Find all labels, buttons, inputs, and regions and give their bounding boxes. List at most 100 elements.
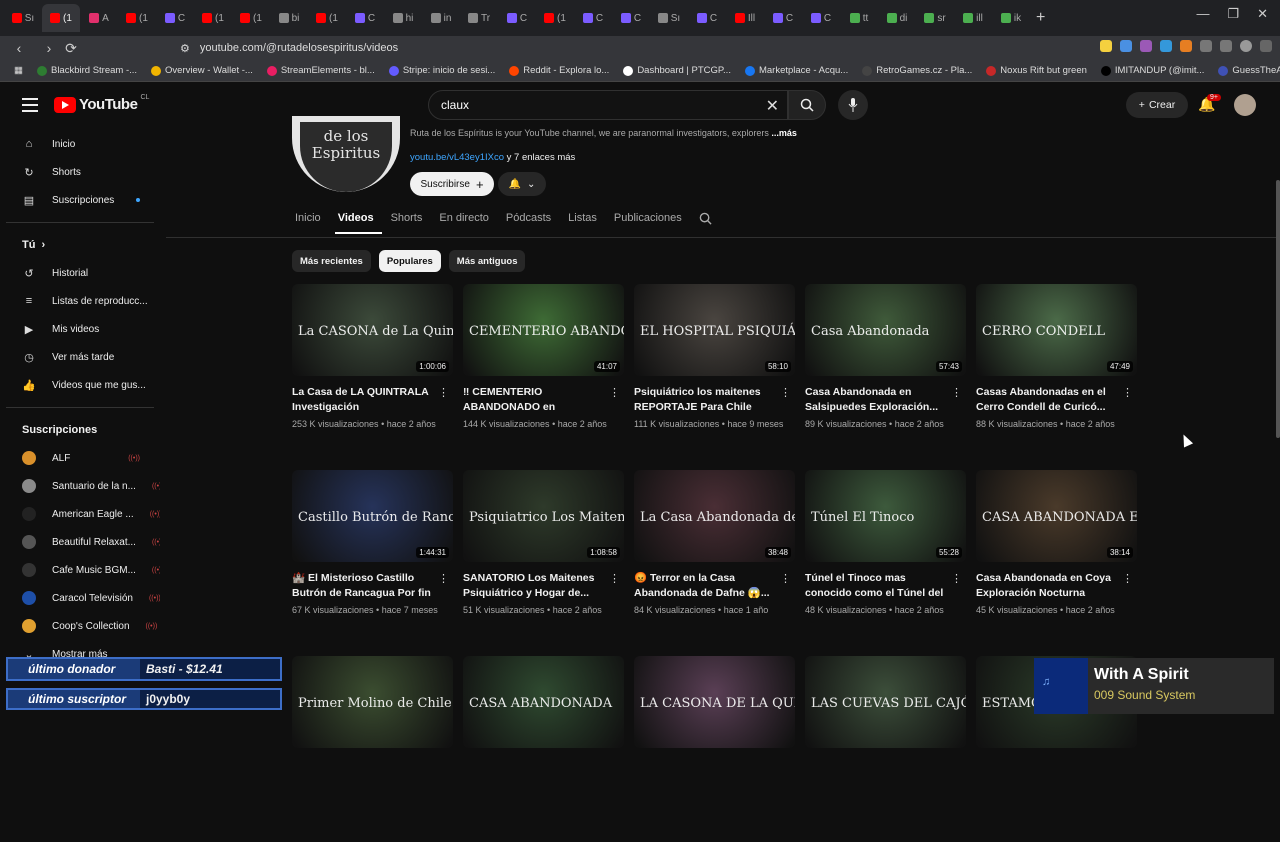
account-avatar[interactable] (1234, 94, 1256, 116)
video-thumbnail[interactable]: Primer Molino de Chile (292, 656, 453, 748)
video-card[interactable]: La CASONA de La Quintrala 1:00:06 La Casa … (292, 284, 453, 470)
extension-icon[interactable] (1180, 40, 1192, 52)
sort-chip[interactable]: Populares (378, 250, 441, 272)
bookmark-item[interactable]: GuessTheAge - Play... (1218, 65, 1280, 76)
video-title[interactable]: 🏰 El Misterioso Castillo Butrón de Ranca… (292, 571, 432, 601)
video-card[interactable]: Casa Abandonada 57:43 Casa Abandonada en S… (805, 284, 966, 470)
channel-links[interactable]: youtu.be/vL43ey1IXco y 7 enlaces más (410, 152, 575, 163)
channel-search-icon[interactable] (696, 212, 720, 234)
browser-tab[interactable]: tt (840, 4, 878, 32)
search-input[interactable] (441, 98, 741, 112)
browser-tab[interactable]: (1 (194, 4, 232, 32)
minimize-icon[interactable]: — (1196, 6, 1209, 22)
channel-link[interactable]: youtu.be/vL43ey1IXco (410, 152, 504, 163)
sidebar-item-suscripciones[interactable]: ▤ Suscripciones (0, 186, 160, 214)
video-title[interactable]: La Casa de LA QUINTRALA Investigación PA… (292, 385, 432, 415)
browser-tab[interactable]: C (688, 4, 726, 32)
bookmark-item[interactable]: RetroGames.cz - Pla... (862, 65, 972, 76)
clear-search-icon[interactable]: ✕ (766, 96, 779, 116)
tab-listas[interactable]: Listas (565, 212, 605, 234)
channel-description[interactable]: Ruta de los Espíritus is your YouTube ch… (410, 128, 830, 138)
video-card[interactable]: CERRO CONDELL 47:49 Casas Abandonadas en e… (976, 284, 1137, 470)
new-tab-icon[interactable]: + (1036, 9, 1045, 27)
bookmark-item[interactable]: Reddit - Explora lo... (509, 65, 609, 76)
sort-chip[interactable]: Más recientes (292, 250, 371, 272)
browser-tab[interactable]: C (612, 4, 650, 32)
browser-tab[interactable]: Ill (726, 4, 764, 32)
video-card[interactable]: CASA ABANDONADA (463, 656, 624, 842)
extension-icon[interactable] (1160, 40, 1172, 52)
more-actions-icon[interactable]: ⋮ (438, 572, 449, 585)
bookmark-item[interactable]: Dashboard | PTCGP... (623, 65, 731, 76)
sidebar-subscription-item[interactable]: American Eagle ... ((•)) (0, 500, 160, 528)
video-thumbnail[interactable]: Casa Abandonada 57:43 (805, 284, 966, 376)
sidebar-subscription-item[interactable]: Coop's Collection ((•)) (0, 612, 160, 640)
video-thumbnail[interactable]: CEMENTERIO ABANDONADO 41:07 (463, 284, 624, 376)
video-thumbnail[interactable]: Túnel El Tinoco 55:28 (805, 470, 966, 562)
sidebar-you-header[interactable]: Tú › (0, 231, 160, 259)
search-button[interactable] (788, 90, 826, 120)
browser-tab[interactable]: (1 (118, 4, 156, 32)
browser-tab[interactable]: in (422, 4, 460, 32)
close-window-icon[interactable]: ✕ (1257, 6, 1268, 22)
video-thumbnail[interactable]: La CASONA de La Quintrala 1:00:06 (292, 284, 453, 376)
bookmark-item[interactable]: IMITANDUP (@imit... (1100, 65, 1204, 76)
video-title[interactable]: Casas Abandonadas en el Cerro Condell de… (976, 385, 1116, 415)
tab-videos[interactable]: Videos (334, 212, 382, 234)
browser-tab[interactable]: (1 (308, 4, 346, 32)
browser-tab[interactable]: Sı (4, 4, 42, 32)
browser-tab[interactable]: C (156, 4, 194, 32)
browser-tab[interactable]: Tr (460, 4, 498, 32)
more-actions-icon[interactable]: ⋮ (780, 572, 791, 585)
more-actions-icon[interactable]: ⋮ (609, 572, 620, 585)
video-thumbnail[interactable]: Psiquiatrico Los Maitenes 1:08:58 (463, 470, 624, 562)
bookmark-item[interactable]: Blackbird Stream -... (36, 65, 137, 76)
video-thumbnail[interactable]: LAS CUEVAS DEL CAJÓN DE MACHALI (805, 656, 966, 748)
sidebar-item-inicio[interactable]: ⌂ Inicio (0, 130, 160, 158)
browser-tab[interactable]: A (80, 4, 118, 32)
tab-pódcasts[interactable]: Pódcasts (503, 212, 559, 234)
site-info-icon[interactable]: ⚙ (180, 42, 190, 55)
profile-icon[interactable] (1240, 40, 1252, 52)
video-thumbnail[interactable]: CASA ABANDONADA (463, 656, 624, 748)
video-thumbnail[interactable]: LA CASONA DE LA QUINTRALA (634, 656, 795, 748)
sidebar-item-you[interactable]: ↺ Historial (0, 259, 160, 287)
browser-tab[interactable]: sr (916, 4, 954, 32)
sidebar-subscription-item[interactable]: Santuario de la n... ((•)) (0, 472, 160, 500)
notification-settings-button[interactable]: 🔔 ⌄ (498, 172, 546, 196)
browser-tab[interactable]: hi (384, 4, 422, 32)
extension-icon[interactable] (1120, 40, 1132, 52)
channel-avatar[interactable]: de los Espiritus (292, 116, 400, 192)
more-actions-icon[interactable]: ⋮ (951, 386, 962, 399)
apps-grid-icon[interactable]: ▦ (14, 65, 23, 76)
youtube-logo[interactable]: YouTube CL (54, 94, 149, 113)
restore-icon[interactable]: ❐ (1227, 6, 1239, 22)
bookmark-item[interactable]: StreamElements - bl... (266, 65, 375, 76)
browser-tab[interactable]: bi (270, 4, 308, 32)
tab-shorts[interactable]: Shorts (388, 212, 431, 234)
video-thumbnail[interactable]: Castillo Butrón de Rancagua 1:44:31 (292, 470, 453, 562)
extension-icon[interactable] (1100, 40, 1112, 52)
page-scrollbar[interactable] (1276, 180, 1280, 438)
bookmark-item[interactable]: Stripe: inicio de sesi... (388, 65, 495, 76)
tab-inicio[interactable]: Inicio (292, 212, 329, 234)
video-title[interactable]: 😡 Terror en la Casa Abandonada de Dafne … (634, 571, 774, 601)
browser-tab[interactable]: ik (992, 4, 1030, 32)
video-card[interactable]: CASA ABANDONADA EN COYA 38:14 Casa Abandon… (976, 470, 1137, 656)
more-actions-icon[interactable]: ⋮ (951, 572, 962, 585)
browser-tab[interactable]: C (802, 4, 840, 32)
browser-tab[interactable]: C (574, 4, 612, 32)
browser-tab[interactable]: (1 (536, 4, 574, 32)
sidebar-item-you[interactable]: 👍 Videos que me gus... (0, 371, 160, 399)
create-button[interactable]: + Crear (1126, 92, 1188, 118)
more-actions-icon[interactable]: ⋮ (780, 386, 791, 399)
browser-tab[interactable]: (1 (232, 4, 270, 32)
video-title[interactable]: ‼ CEMENTERIO ABANDONADO en Graneros... (463, 385, 603, 415)
video-thumbnail[interactable]: CASA ABANDONADA EN COYA 38:14 (976, 470, 1137, 562)
sidebar-item-you[interactable]: ≡ Listas de reproducc... (0, 287, 160, 315)
sidebar-subscription-item[interactable]: Caracol Televisión ((•)) (0, 584, 160, 612)
video-card[interactable]: LA CASONA DE LA QUINTRALA (634, 656, 795, 842)
sidebar-subscription-item[interactable]: Beautiful Relaxat... ((•)) (0, 528, 160, 556)
more-link[interactable]: ...más (771, 128, 797, 138)
video-card[interactable]: LAS CUEVAS DEL CAJÓN DE MACHALI (805, 656, 966, 842)
